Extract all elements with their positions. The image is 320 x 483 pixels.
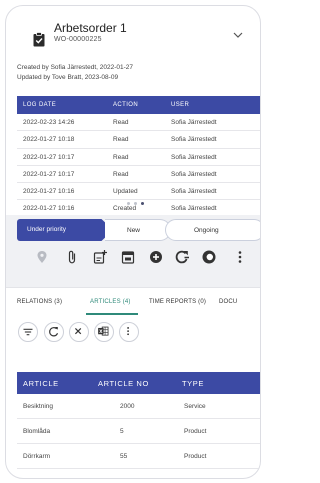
status-step-ongoing[interactable]: Ongoing — [165, 219, 260, 241]
log-user: Sofia Järrestedt — [171, 153, 217, 161]
more-vert-icon[interactable] — [232, 249, 248, 265]
page-dot[interactable] — [127, 202, 130, 205]
table-row[interactable]: 2022-01-27 10:17 Read Sofia Järrestedt — [17, 149, 260, 166]
page-title: Arbetsorder 1 — [54, 21, 127, 35]
col-action[interactable]: ACTION — [113, 102, 138, 108]
log-action: Created — [113, 205, 137, 213]
log-date: 2022-01-27 10:16 — [23, 188, 75, 196]
paperclip-icon[interactable] — [64, 249, 80, 265]
add-note-icon[interactable] — [92, 249, 108, 265]
col-article-no[interactable]: ARTICLE NO — [98, 379, 149, 388]
log-table-header: LOG DATE ACTION USER — [17, 96, 260, 114]
tab-relations[interactable]: RELATIONS (3) — [17, 299, 62, 305]
articles-table: ARTICLE ARTICLE NO TYPE Besiktning 2000 … — [17, 372, 260, 469]
chevron-down-icon[interactable] — [233, 31, 243, 39]
status-step-label: Ongoing — [194, 227, 219, 234]
close-icon — [74, 327, 82, 335]
table-row[interactable]: 2022-01-27 10:18 Read Sofia Järrestedt — [17, 131, 260, 149]
refresh-button[interactable] — [44, 322, 64, 342]
calendar-icon[interactable] — [120, 249, 136, 265]
table-row[interactable]: Dörrkarm 55 Product — [17, 444, 260, 469]
refresh-add-icon[interactable] — [174, 249, 190, 265]
filter-icon — [23, 328, 33, 336]
more-vert-icon — [127, 327, 129, 336]
location-pin-icon[interactable] — [34, 249, 50, 265]
articles-table-header: ARTICLE ARTICLE NO TYPE — [17, 372, 260, 394]
mobile-frame: Arbetsorder 1 WO-00000225 Created by Sof… — [5, 5, 261, 479]
table-row[interactable]: 2022-01-27 10:17 Read Sofia Järrestedt — [17, 166, 260, 184]
article-type: Product — [184, 428, 207, 435]
page-dot[interactable] — [134, 202, 137, 205]
log-date: 2022-01-27 10:18 — [23, 136, 75, 144]
order-number: WO-00000225 — [54, 36, 102, 43]
status-step-under-priority[interactable]: Under priority — [17, 219, 113, 241]
more-options-button[interactable] — [119, 322, 139, 342]
status-band: Under priority New Ongoing RELATIONS (3)… — [6, 215, 260, 315]
col-log-date[interactable]: LOG DATE — [23, 102, 56, 108]
log-user: Sofia Järrestedt — [171, 119, 217, 126]
add-circle-icon[interactable] — [148, 249, 164, 265]
log-date: 2022-01-27 10:17 — [23, 170, 75, 178]
page-dot-active[interactable] — [141, 202, 144, 205]
action-icons — [6, 245, 260, 271]
log-date: 2022-02-23 14:26 — [23, 119, 75, 126]
svg-text:X: X — [99, 329, 103, 335]
created-info: Created by Sofia Järrestedt, 2022-01-27 — [17, 64, 133, 71]
clear-button[interactable] — [69, 322, 89, 342]
table-row[interactable]: Besiktning 2000 Service — [17, 394, 260, 419]
table-row[interactable]: 2022-01-27 10:16 Updated Sofia Järrested… — [17, 183, 260, 201]
export-excel-button[interactable]: X — [94, 322, 114, 342]
article-type: Product — [184, 453, 207, 460]
articles-toolbar: X — [6, 316, 260, 356]
article-name: Blomlåda — [23, 428, 51, 435]
article-name: Besiktning — [23, 403, 53, 410]
article-no: 5 — [120, 428, 124, 435]
article-name: Dörrkarm — [23, 453, 51, 460]
article-no: 55 — [120, 453, 128, 460]
log-action: Read — [113, 136, 129, 144]
table-row[interactable]: 2022-02-23 14:26 Read Sofia Järrestedt — [17, 114, 260, 132]
updated-info: Updated by Tove Bratt, 2023-08-09 — [17, 74, 119, 81]
log-action: Read — [113, 119, 129, 126]
status-step-label: New — [127, 227, 141, 234]
log-action: Read — [113, 153, 129, 161]
log-user: Sofia Järrestedt — [171, 136, 217, 144]
status-step-new[interactable]: New — [105, 219, 171, 241]
col-type[interactable]: TYPE — [182, 379, 204, 388]
excel-icon: X — [98, 326, 109, 336]
status-step-label: Under priority — [27, 226, 67, 233]
document-icon — [33, 32, 45, 47]
article-no: 2000 — [120, 403, 135, 410]
log-user: Sofia Järrestedt — [171, 170, 217, 178]
log-user: Sofia Järrestedt — [171, 205, 217, 213]
log-date: 2022-01-27 10:16 — [23, 205, 75, 213]
active-tab-indicator — [86, 313, 138, 315]
col-user[interactable]: USER — [171, 102, 189, 108]
refresh-icon — [49, 327, 59, 337]
log-user: Sofia Järrestedt — [171, 188, 217, 196]
tab-documents[interactable]: DOCU — [219, 299, 237, 305]
log-date: 2022-01-27 10:17 — [23, 153, 75, 161]
log-action: Updated — [113, 188, 138, 196]
tab-articles[interactable]: ARTICLES (4) — [90, 299, 131, 305]
order-header: Arbetsorder 1 WO-00000225 Created by Sof… — [6, 6, 260, 98]
log-table: LOG DATE ACTION USER 2022-02-23 14:26 Re… — [17, 96, 260, 218]
article-type: Service — [184, 403, 206, 410]
tag-icon[interactable] — [201, 249, 217, 265]
tab-time-reports[interactable]: TIME REPORTS (0) — [149, 299, 206, 305]
filter-button[interactable] — [18, 322, 38, 342]
status-stepper: Under priority New Ongoing — [17, 219, 260, 241]
log-action: Read — [113, 170, 129, 178]
table-row[interactable]: Blomlåda 5 Product — [17, 419, 260, 444]
col-article[interactable]: ARTICLE — [23, 379, 59, 388]
tab-bar: RELATIONS (3) ARTICLES (4) TIME REPORTS … — [6, 287, 260, 315]
